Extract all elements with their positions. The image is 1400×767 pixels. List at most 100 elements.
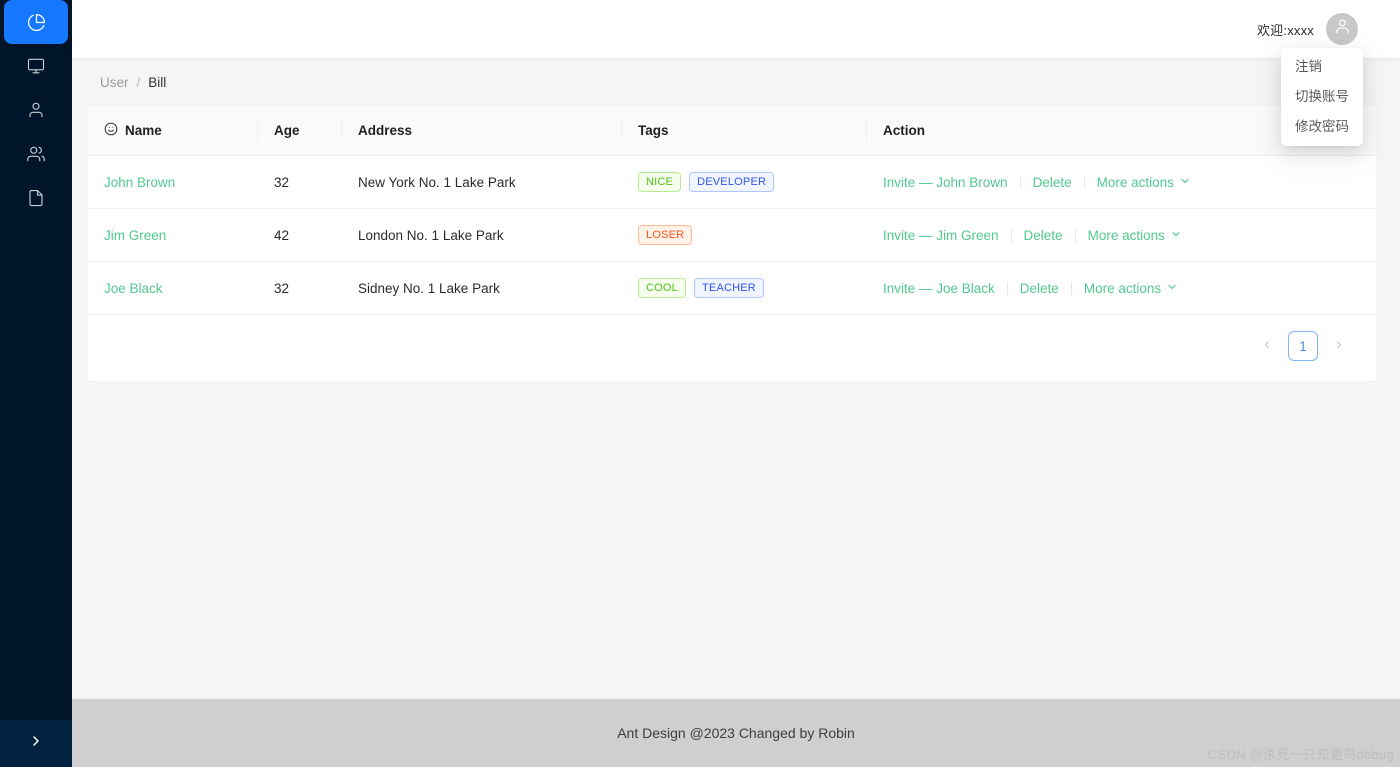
table-row: Jim Green 42 London No. 1 Lake Park LOSE… (88, 208, 1376, 262)
user-name-link[interactable]: John Brown (104, 175, 175, 190)
cell-name: Jim Green (88, 208, 258, 262)
cell-age: 32 (258, 155, 342, 209)
sidebar-menu (0, 0, 72, 220)
pagination: 1 (88, 315, 1376, 361)
sidebar-item-dashboard[interactable] (4, 0, 68, 44)
user-name-link[interactable]: Jim Green (104, 228, 166, 243)
table-header-row: Name Age Address Tags Action (88, 106, 1376, 156)
breadcrumb: User / Bill (72, 58, 1400, 106)
tag: LOSER (638, 225, 693, 245)
table-head: Name Age Address Tags Action (88, 106, 1376, 156)
row-actions: Invite — Joe Black Delete More actions (883, 281, 1360, 296)
user-avatar-icon (1334, 18, 1351, 40)
breadcrumb-item-user[interactable]: User (100, 75, 129, 90)
pagination-prev[interactable] (1254, 333, 1280, 359)
chevron-left-icon (1261, 339, 1273, 354)
delete-link[interactable]: Delete (1033, 175, 1072, 190)
chevron-right-icon (28, 733, 44, 754)
user-name-link[interactable]: Joe Black (104, 281, 163, 296)
breadcrumb-item-bill: Bill (148, 75, 167, 90)
user-dropdown-menu[interactable]: 注销 切换账号 修改密码 (1281, 48, 1363, 146)
column-header-age[interactable]: Age (258, 106, 342, 156)
table-body: John Brown 32 New York No. 1 Lake Park N… (88, 155, 1376, 315)
tag: COOL (638, 278, 686, 298)
sidebar-item-monitor[interactable] (4, 44, 68, 88)
watermark: CSDN @杀死一只知更鸟debug (1207, 747, 1394, 762)
tag: NICE (638, 172, 682, 192)
column-header-name[interactable]: Name (88, 106, 258, 156)
action-divider (1019, 175, 1021, 189)
smile-icon (104, 122, 118, 139)
more-actions-label: More actions (1083, 280, 1162, 296)
chevron-down-icon (1170, 228, 1182, 243)
pie-chart-icon (27, 13, 46, 32)
cell-name: Joe Black (88, 261, 258, 315)
chevron-right-icon (1333, 339, 1345, 354)
table-card: Name Age Address Tags Action John Brown … (88, 106, 1376, 381)
more-actions-link[interactable]: More actions (1097, 175, 1191, 190)
dropdown-item-switch-account[interactable]: 切换账号 (1281, 82, 1363, 112)
tag: DEVELOPER (689, 172, 775, 192)
footer-text: Ant Design @2023 Changed by Robin (617, 725, 855, 741)
content-area: Name Age Address Tags Action John Brown … (72, 106, 1400, 699)
more-actions-label: More actions (1096, 174, 1174, 190)
cell-action: Invite — John Brown Delete More actions (867, 155, 1376, 209)
invite-link[interactable]: Invite — Jim Green (883, 228, 999, 243)
delete-link[interactable]: Delete (1020, 281, 1059, 296)
main-region: 欢迎:xxxx 注销 切换账号 修改密码 User / Bill Name Ag… (72, 0, 1400, 767)
app-root: 欢迎:xxxx 注销 切换账号 修改密码 User / Bill Name Ag… (0, 0, 1400, 767)
sidebar (0, 0, 72, 767)
cell-age: 42 (258, 208, 342, 262)
delete-link[interactable]: Delete (1024, 228, 1063, 243)
cell-action: Invite — Joe Black Delete More actions (867, 261, 1376, 315)
sidebar-item-file[interactable] (4, 176, 68, 220)
action-divider (1070, 281, 1072, 295)
pagination-next[interactable] (1326, 333, 1352, 359)
welcome-text: 欢迎:xxxx (1256, 22, 1314, 38)
column-header-address[interactable]: Address (342, 106, 622, 156)
cell-address: New York No. 1 Lake Park (342, 155, 622, 209)
dropdown-item-change-password[interactable]: 修改密码 (1281, 112, 1363, 142)
column-header-tags[interactable]: Tags (622, 106, 867, 156)
action-divider (1074, 228, 1076, 242)
row-actions: Invite — John Brown Delete More actions (883, 175, 1360, 190)
cell-address: Sidney No. 1 Lake Park (342, 261, 622, 315)
action-divider (1083, 175, 1085, 189)
cell-tags: NICE DEVELOPER (622, 155, 867, 209)
breadcrumb-separator: / (136, 75, 141, 90)
footer: Ant Design @2023 Changed by Robin CSDN @… (72, 699, 1400, 767)
sidebar-collapse-toggle[interactable] (0, 720, 72, 767)
file-icon (27, 189, 45, 207)
cell-tags: COOL TEACHER (622, 261, 867, 315)
more-actions-label: More actions (1087, 227, 1165, 243)
desktop-icon (27, 57, 45, 75)
user-menu-trigger[interactable]: 欢迎:xxxx (1257, 13, 1358, 45)
team-icon (27, 145, 45, 163)
invite-link[interactable]: Invite — John Brown (883, 175, 1008, 190)
cell-address: London No. 1 Lake Park (342, 208, 622, 262)
column-header-name-label: Name (125, 123, 162, 138)
cell-action: Invite — Jim Green Delete More actions (867, 208, 1376, 262)
more-actions-link[interactable]: More actions (1088, 228, 1182, 243)
action-divider (1006, 281, 1008, 295)
cell-tags: LOSER (622, 208, 867, 262)
row-actions: Invite — Jim Green Delete More actions (883, 228, 1360, 243)
more-actions-link[interactable]: More actions (1084, 281, 1178, 296)
cell-name: John Brown (88, 155, 258, 209)
table-row: Joe Black 32 Sidney No. 1 Lake Park COOL… (88, 261, 1376, 315)
invite-link[interactable]: Invite — Joe Black (883, 281, 995, 296)
users-table: Name Age Address Tags Action John Brown … (88, 106, 1376, 315)
sidebar-item-user[interactable] (4, 88, 68, 132)
chevron-down-icon (1166, 281, 1178, 296)
pagination-page-1[interactable]: 1 (1288, 331, 1318, 361)
chevron-down-icon (1179, 175, 1191, 190)
tag: TEACHER (693, 278, 764, 298)
sidebar-item-team[interactable] (4, 132, 68, 176)
dropdown-item-logout[interactable]: 注销 (1281, 52, 1363, 82)
avatar[interactable] (1326, 13, 1358, 45)
cell-age: 32 (258, 261, 342, 315)
topbar: 欢迎:xxxx (72, 0, 1400, 58)
action-divider (1010, 228, 1012, 242)
user-icon (27, 101, 45, 119)
